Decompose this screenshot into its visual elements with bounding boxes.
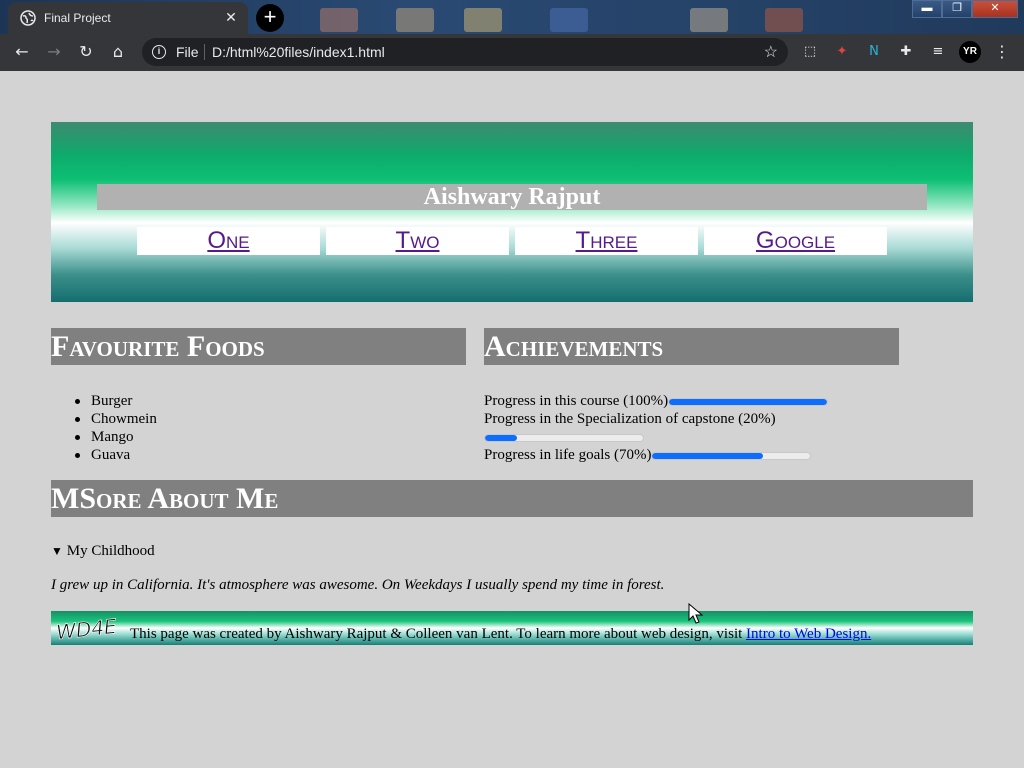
disclosure-triangle-icon[interactable]: ▼	[51, 544, 63, 559]
list-item: Mango	[73, 428, 157, 446]
about-me-heading: MSore About Me	[51, 480, 973, 517]
footer-credit: This page was created by Aishwary Rajput…	[130, 626, 747, 642]
n-extension-icon[interactable]: N	[865, 43, 883, 61]
progress-fill	[485, 434, 517, 441]
new-tab-button[interactable]: +	[256, 4, 284, 32]
background-thumbnails	[300, 4, 820, 32]
nav-link-one[interactable]: One	[137, 227, 320, 255]
media-control-icon[interactable]: ≡	[929, 43, 947, 61]
achievements-heading: Achievements	[484, 328, 899, 365]
back-icon[interactable]: ←	[12, 42, 32, 62]
address-url[interactable]: D:/html%20files/index1.html	[212, 44, 385, 60]
progress-fill	[669, 398, 828, 405]
address-separator	[204, 44, 205, 60]
list-item: Guava	[73, 446, 157, 464]
childhood-text: I grew up in California. It's atmosphere…	[51, 577, 665, 593]
forward-icon[interactable]: →	[44, 42, 64, 62]
browser-tabstrip: Final Project ✕ + ▬ ❐ ✕	[0, 0, 1024, 34]
close-window-button[interactable]: ✕	[972, 0, 1018, 18]
close-tab-icon[interactable]: ✕	[222, 8, 240, 26]
bookmark-star-icon[interactable]: ☆	[764, 42, 778, 62]
browser-toolbar: ← → ↻ ⌂ i File D:/html%20files/index1.ht…	[0, 34, 1024, 71]
pdf-extension-icon[interactable]: ⬚	[801, 43, 819, 61]
extensions-puzzle-icon[interactable]: ✚	[897, 43, 915, 61]
achievement-label: Progress in life goals (70%)	[484, 447, 652, 463]
list-item: Burger	[73, 392, 157, 410]
progress-bar	[651, 451, 812, 460]
intro-web-design-link[interactable]: Intro to Web Design.	[746, 626, 871, 642]
page-footer: WD4E This page was created by Aishwary R…	[51, 611, 973, 645]
footer-text: This page was created by Aishwary Rajput…	[130, 626, 871, 643]
details-summary-label[interactable]: My Childhood	[67, 543, 155, 559]
foods-list: Burger Chowmein Mango Guava	[73, 392, 157, 464]
wd4e-logo: WD4E	[55, 614, 119, 642]
page-header: Aishwary Rajput One Two Three Google	[51, 122, 973, 302]
address-bar[interactable]: i File D:/html%20files/index1.html ☆	[142, 38, 788, 66]
kebab-menu-icon[interactable]: ⋮	[994, 42, 1010, 62]
progress-bar	[484, 433, 644, 442]
childhood-details-summary[interactable]: ▼ My Childhood	[51, 543, 155, 560]
list-item: Chowmein	[73, 410, 157, 428]
nav-link-three[interactable]: Three	[515, 227, 698, 255]
globe-icon	[20, 10, 36, 26]
achievements-list: Progress in this course (100%) Progress …	[484, 392, 904, 464]
site-owner-name: Aishwary Rajput	[97, 184, 927, 210]
favourite-foods-heading: Favourite Foods	[51, 328, 466, 365]
progress-fill	[652, 452, 764, 459]
flash-extension-icon[interactable]: ✦	[833, 43, 851, 61]
tab-title: Final Project	[44, 11, 111, 25]
restore-button[interactable]: ❐	[942, 0, 972, 18]
home-icon[interactable]: ⌂	[108, 42, 128, 62]
reload-icon[interactable]: ↻	[76, 42, 96, 62]
logo-text: WD4E	[55, 614, 118, 642]
profile-avatar[interactable]: YR	[959, 41, 981, 63]
achievement-label: Progress in the Specialization of capsto…	[484, 411, 776, 427]
window-controls: ▬ ❐ ✕	[912, 0, 1018, 18]
minimize-button[interactable]: ▬	[912, 0, 942, 18]
info-icon[interactable]: i	[152, 45, 166, 59]
nav-link-google[interactable]: Google	[704, 227, 887, 255]
address-scheme: File	[176, 44, 199, 60]
browser-tab[interactable]: Final Project ✕	[8, 2, 248, 34]
nav-link-two[interactable]: Two	[326, 227, 509, 255]
achievement-label: Progress in this course (100%)	[484, 393, 669, 409]
progress-bar	[668, 397, 829, 406]
mouse-cursor-icon	[688, 603, 704, 624]
